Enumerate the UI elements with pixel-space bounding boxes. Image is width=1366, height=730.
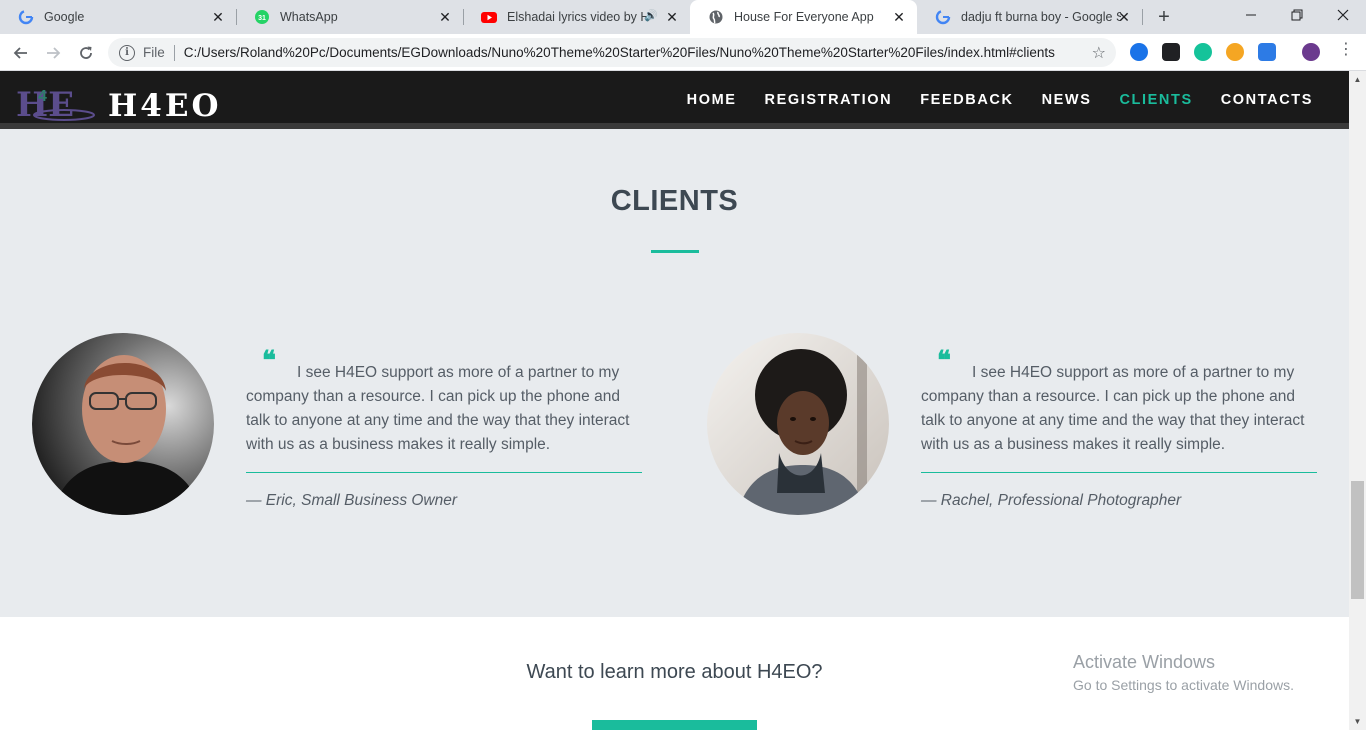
- page-viewport: HE 4 H4EO HOME REGISTRATION FEEDBACK NEW…: [0, 71, 1349, 730]
- extension-grid-icon[interactable]: [1162, 43, 1180, 61]
- client-photo-rachel: [707, 333, 889, 515]
- nav-feedback[interactable]: FEEDBACK: [920, 92, 1013, 108]
- testimonial-author: — Eric, Small Business Owner: [246, 492, 458, 509]
- browser-toolbar: i File C:/Users/Roland%20Pc/Documents/EG…: [0, 34, 1366, 71]
- bookmark-star-icon[interactable]: ☆: [1092, 43, 1106, 63]
- windows-activation-watermark: Activate Windows Go to Settings to activ…: [1073, 652, 1294, 693]
- svg-text:4: 4: [38, 88, 47, 105]
- browser-tab-youtube[interactable]: Elshadai lyrics video by H- 🔊 ✕: [463, 0, 690, 34]
- scroll-up-arrow-icon[interactable]: ▲: [1349, 71, 1366, 88]
- close-tab-icon[interactable]: ✕: [210, 9, 226, 25]
- tab-title: House For Everyone App: [734, 10, 874, 24]
- minimize-window-icon[interactable]: [1228, 0, 1274, 30]
- grammarly-icon[interactable]: [1194, 43, 1212, 61]
- extension-flame-icon[interactable]: [1226, 43, 1244, 61]
- watermark-subtitle: Go to Settings to activate Windows.: [1073, 677, 1294, 693]
- extension-globe-icon[interactable]: [1130, 43, 1148, 61]
- close-tab-icon[interactable]: ✕: [1116, 9, 1132, 25]
- testimonial-divider: [921, 472, 1317, 473]
- forward-arrow-icon[interactable]: [40, 40, 66, 66]
- close-window-icon[interactable]: [1320, 0, 1366, 30]
- browser-tab-strip: Google ✕ 31 WhatsApp ✕ Elshadai lyrics v…: [0, 0, 1366, 34]
- tab-title: WhatsApp: [280, 10, 338, 24]
- watermark-title: Activate Windows: [1073, 652, 1216, 672]
- globe-icon: [708, 9, 724, 25]
- close-tab-icon[interactable]: ✕: [437, 9, 453, 25]
- h4eo-logo[interactable]: HE 4 H4EO: [16, 83, 270, 125]
- youtube-icon: [481, 9, 497, 25]
- speaker-icon[interactable]: 🔊: [644, 9, 658, 22]
- close-tab-icon[interactable]: ✕: [664, 9, 680, 25]
- whatsapp-icon: 31: [254, 9, 270, 25]
- google-icon: [935, 9, 951, 25]
- browser-tab-google-search[interactable]: dadju ft burna boy - Google Se ✕: [917, 0, 1143, 34]
- extension-thumb-icon[interactable]: [1258, 43, 1276, 61]
- address-divider: [173, 44, 175, 61]
- tab-title: Google: [44, 10, 85, 24]
- tab-title: Elshadai lyrics video by H-: [507, 10, 647, 24]
- url-scheme: File: [143, 45, 165, 60]
- testimonial-quote: I see H4EO support as more of a partner …: [246, 364, 630, 453]
- client-photo-eric: [32, 333, 214, 515]
- browser-tab-google[interactable]: Google ✕: [0, 0, 237, 34]
- testimonial-author: — Rachel, Professional Photographer: [921, 492, 1182, 509]
- nav-news[interactable]: NEWS: [1042, 92, 1092, 108]
- page-scrollbar[interactable]: ▲ ▼: [1349, 71, 1366, 730]
- info-icon[interactable]: i: [119, 44, 135, 61]
- back-arrow-icon[interactable]: [8, 40, 34, 66]
- testimonial-divider: [246, 472, 642, 473]
- section-title: CLIENTS: [610, 185, 739, 217]
- tab-title: dadju ft burna boy - Google Se: [961, 10, 1121, 24]
- google-icon: [18, 9, 34, 25]
- nav-contacts[interactable]: CONTACTS: [1221, 92, 1313, 108]
- scrollbar-thumb[interactable]: [1351, 481, 1364, 599]
- reload-icon[interactable]: [73, 40, 99, 66]
- scroll-down-arrow-icon[interactable]: ▼: [1349, 713, 1366, 730]
- nav-registration[interactable]: REGISTRATION: [765, 92, 893, 108]
- tab-separator: [1142, 9, 1143, 25]
- testimonial-quote: I see H4EO support as more of a partner …: [921, 364, 1305, 453]
- address-bar[interactable]: i File C:/Users/Roland%20Pc/Documents/EG…: [108, 38, 1116, 67]
- url-text[interactable]: C:/Users/Roland%20Pc/Documents/EGDownloa…: [184, 45, 1055, 60]
- main-menu: HOME REGISTRATION FEEDBACK NEWS CLIENTS …: [659, 71, 1313, 129]
- kebab-menu-icon[interactable]: ⋮: [1338, 42, 1354, 58]
- browser-tab-active[interactable]: House For Everyone App ✕: [690, 0, 917, 34]
- restore-window-icon[interactable]: [1274, 0, 1320, 30]
- new-tab-button[interactable]: +: [1152, 5, 1176, 29]
- nav-home[interactable]: HOME: [687, 92, 737, 108]
- site-navbar: HE 4 H4EO HOME REGISTRATION FEEDBACK NEW…: [0, 71, 1349, 129]
- browser-tab-whatsapp[interactable]: 31 WhatsApp ✕: [236, 0, 464, 34]
- title-underline: [651, 250, 699, 253]
- brand-wordmark: H4EO: [108, 88, 222, 121]
- cta-button[interactable]: [592, 720, 757, 730]
- nav-clients[interactable]: CLIENTS: [1119, 92, 1192, 108]
- close-tab-icon[interactable]: ✕: [891, 9, 907, 25]
- profile-avatar[interactable]: [1302, 43, 1320, 61]
- whatsapp-badge: 31: [258, 15, 266, 22]
